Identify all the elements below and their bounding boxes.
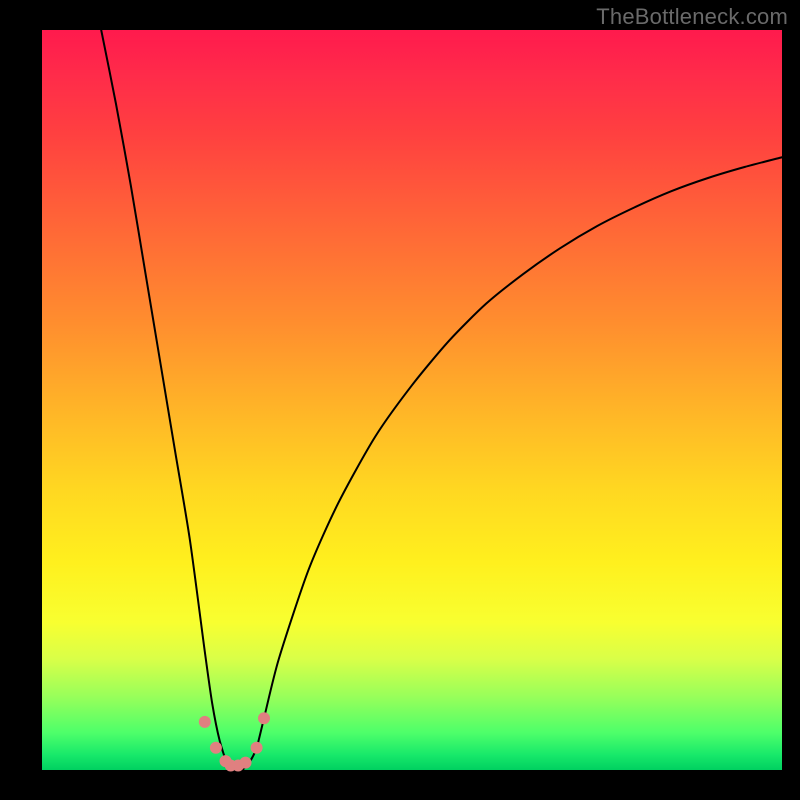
bottom-dot [240,757,252,769]
bottom-dot [199,716,211,728]
watermark-text: TheBottleneck.com [596,4,788,30]
curve-layer [42,30,782,770]
chart-frame: TheBottleneck.com [0,0,800,800]
bottom-dot [251,742,263,754]
bottom-dot [258,712,270,724]
bottleneck-curve [101,30,782,771]
bottom-dots-group [199,712,270,771]
bottom-dot [210,742,222,754]
plot-area [42,30,782,770]
